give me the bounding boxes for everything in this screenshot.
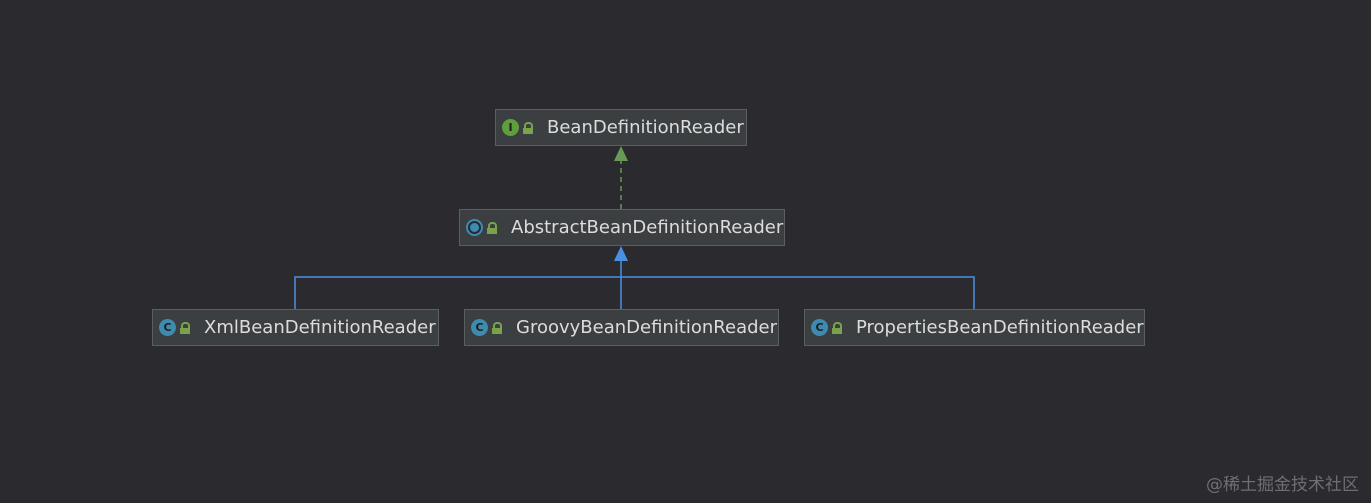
edge-extends-branch xyxy=(294,276,975,309)
edge-extends-arrowhead xyxy=(614,246,628,261)
node-xml-bean-definition-reader[interactable]: C XmlBeanDefinitionReader xyxy=(152,309,439,346)
unlocked-lock-icon xyxy=(487,221,497,234)
node-groovy-bean-definition-reader[interactable]: C GroovyBeanDefinitionReader xyxy=(464,309,779,346)
diagram-edges xyxy=(294,146,975,309)
node-label: BeanDefinitionReader xyxy=(547,117,744,138)
node-label: XmlBeanDefinitionReader xyxy=(204,317,436,338)
watermark: @稀土掘金技术社区 xyxy=(1206,475,1359,495)
node-label: AbstractBeanDefinitionReader xyxy=(511,217,784,238)
node-label: PropertiesBeanDefinitionReader xyxy=(856,317,1144,338)
node-abstract-bean-definition-reader[interactable]: AbstractBeanDefinitionReader xyxy=(459,209,785,246)
abstract-class-icon xyxy=(466,219,483,236)
unlocked-lock-icon xyxy=(523,121,533,134)
class-icon: C xyxy=(471,319,488,336)
class-icon: C xyxy=(811,319,828,336)
unlocked-lock-icon xyxy=(832,321,842,334)
class-hierarchy-diagram: I BeanDefinitionReader AbstractBeanDefin… xyxy=(0,0,1371,503)
unlocked-lock-icon xyxy=(180,321,190,334)
node-label: GroovyBeanDefinitionReader xyxy=(516,317,778,338)
node-properties-bean-definition-reader[interactable]: C PropertiesBeanDefinitionReader xyxy=(804,309,1145,346)
unlocked-lock-icon xyxy=(492,321,502,334)
edge-implements-arrowhead xyxy=(614,146,628,161)
node-bean-definition-reader[interactable]: I BeanDefinitionReader xyxy=(495,109,747,146)
interface-icon: I xyxy=(502,119,519,136)
class-icon: C xyxy=(159,319,176,336)
